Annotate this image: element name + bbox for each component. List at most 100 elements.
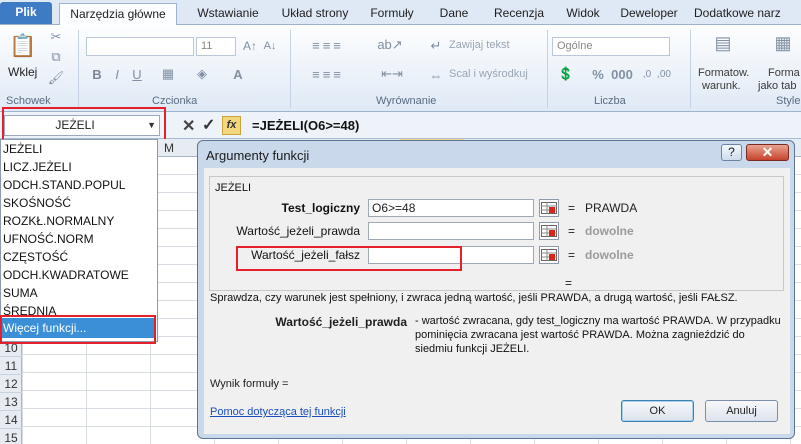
tab-developer[interactable]: Deweloper <box>614 3 684 25</box>
grow-font-icon[interactable]: A↑ <box>242 38 258 54</box>
range-picker-icon[interactable] <box>539 199 559 217</box>
arg-input-true[interactable] <box>368 222 534 240</box>
copy-icon[interactable]: ⧉ <box>48 49 64 65</box>
shrink-font-icon[interactable]: A↓ <box>262 38 278 54</box>
borders-icon[interactable]: ▦ <box>160 66 176 82</box>
insert-function-button[interactable]: fx <box>222 116 241 135</box>
arg-result-false: dowolne <box>585 248 634 262</box>
font-family-select[interactable] <box>86 37 194 56</box>
ribbon-tabs: Plik Narzędzia główne Wstawianie Układ s… <box>0 0 801 26</box>
wrap-text-icon[interactable]: ↵ <box>428 38 444 54</box>
tab-data[interactable]: Dane <box>432 3 476 25</box>
close-icon: ✕ <box>761 144 774 160</box>
format-as-table-icon[interactable]: ▦ <box>772 31 794 55</box>
conditional-format-label-2[interactable]: warunk. <box>702 80 741 92</box>
fill-color-icon[interactable]: ◈ <box>194 66 210 82</box>
bold-icon[interactable]: B <box>90 66 104 82</box>
percent-icon[interactable]: % <box>590 66 606 82</box>
close-button[interactable]: ✕ <box>746 144 789 161</box>
arg-input-test[interactable]: O6>=48 <box>368 199 534 217</box>
check-icon[interactable]: ✓ <box>202 115 215 135</box>
arg-label-true: Wartość_jeżeli_prawda <box>236 224 360 238</box>
help-link[interactable]: Pomoc dotycząca tej funkcji <box>210 406 346 418</box>
format-as-table-label-1[interactable]: Forma <box>768 67 800 79</box>
number-format-select[interactable]: Ogólne <box>552 37 670 56</box>
tab-page-layout[interactable]: Układ strony <box>274 3 356 25</box>
cut-icon[interactable]: ✂ <box>48 29 64 45</box>
conditional-format-icon[interactable]: ▤ <box>712 31 734 55</box>
arg-result-test: PRAWDA <box>585 201 638 215</box>
conditional-format-label-1[interactable]: Formatow. <box>698 67 749 79</box>
formula-input[interactable]: =JEŻELI(O6>=48) <box>252 118 359 133</box>
highlight-box <box>2 107 166 141</box>
ribbon: 📋 Wklej ✂ ⧉ 🖌 Schowek 11 A↑ A↓ B I U ▦ ◈… <box>0 25 801 112</box>
function-list-item[interactable]: UFNOŚĆ.NORM <box>1 230 157 248</box>
orientation-icon[interactable]: ab↗ <box>370 37 410 53</box>
group-styles-label: Style <box>776 95 801 107</box>
help-button[interactable]: ? <box>721 144 742 161</box>
group-divider <box>547 30 548 108</box>
format-painter-icon[interactable]: 🖌 <box>48 70 65 86</box>
currency-icon[interactable]: 💲 <box>556 66 576 82</box>
row-header[interactable]: 13 <box>0 393 22 411</box>
italic-icon[interactable]: I <box>110 66 124 82</box>
group-divider <box>78 30 79 108</box>
function-list-item[interactable]: SUMA <box>1 284 157 302</box>
merge-center-icon[interactable]: ⇔ <box>428 67 444 83</box>
arg-equals: = <box>568 201 576 215</box>
wrap-text-button[interactable]: Zawijaj tekst <box>449 39 510 51</box>
paste-button[interactable]: Wklej <box>8 65 37 79</box>
function-list-item[interactable]: CZĘSTOŚĆ <box>1 248 157 266</box>
current-argument-name: Wartość_jeżeli_prawda <box>275 315 407 329</box>
cancel-icon[interactable]: ✕ <box>182 116 195 136</box>
tab-formulas[interactable]: Formuły <box>362 3 422 25</box>
horizontal-align-icons[interactable]: ≡≡≡ <box>298 66 358 82</box>
merge-center-button[interactable]: Scal i wyśrodkuj <box>449 68 528 80</box>
font-size-select[interactable]: 11 <box>196 37 236 56</box>
current-argument-description: - wartość zwracana, gdy test_logiczny ma… <box>415 315 781 355</box>
format-as-table-label-2[interactable]: jako tab <box>758 80 797 92</box>
arg-label-test: Test_logiczny <box>281 201 360 215</box>
arg-equals: = <box>568 224 576 238</box>
paste-icon[interactable]: 📋 <box>9 31 36 61</box>
group-number-label: Liczba <box>594 95 626 107</box>
function-list-item[interactable]: SKOŚNOŚĆ <box>1 194 157 212</box>
row-header[interactable]: 15 <box>0 429 22 444</box>
highlight-box <box>0 315 156 344</box>
arg-result-true: dowolne <box>585 224 634 238</box>
underline-icon[interactable]: U <box>130 66 144 82</box>
row-header[interactable]: 14 <box>0 411 22 429</box>
range-picker-icon[interactable] <box>539 246 559 264</box>
column-header-m[interactable]: M <box>164 141 174 155</box>
function-list-item[interactable]: ODCH.KWADRATOWE <box>1 266 157 284</box>
function-arguments-dialog: Argumenty funkcji ? ✕ JEŻELI Test_logicz… <box>197 140 795 439</box>
function-list-item[interactable]: ODCH.STAND.POPUL <box>1 176 157 194</box>
group-divider <box>290 30 291 108</box>
cancel-button[interactable]: Anuluj <box>705 400 778 422</box>
ok-button[interactable]: OK <box>621 400 694 422</box>
row-header[interactable]: 12 <box>0 375 22 393</box>
function-dropdown: JEŻELI LICZ.JEŻELI ODCH.STAND.POPUL SKOŚ… <box>0 139 158 342</box>
indent-icon[interactable]: ⇤⇥ <box>372 66 412 82</box>
increase-decimal-icon[interactable]: ,0 <box>640 66 654 82</box>
overall-result-equals: = <box>565 276 573 290</box>
tab-home[interactable]: Narzędzia główne <box>59 3 177 26</box>
row-header[interactable]: 11 <box>0 357 22 375</box>
comma-icon[interactable]: 000 <box>611 66 633 82</box>
function-list-item[interactable]: ROZKŁ.NORMALNY <box>1 212 157 230</box>
font-color-icon[interactable]: A <box>230 66 246 82</box>
dialog-title: Argumenty funkcji <box>206 148 310 163</box>
function-description: Sprawdza, czy warunek jest spełniony, i … <box>210 292 738 304</box>
function-list-item[interactable]: LICZ.JEŻELI <box>1 158 157 176</box>
vertical-align-icons[interactable]: ≡≡≡ <box>298 37 358 53</box>
tab-review[interactable]: Recenzja <box>486 3 552 25</box>
decrease-decimal-icon[interactable]: ,00 <box>657 66 671 82</box>
range-picker-icon[interactable] <box>539 222 559 240</box>
tab-view[interactable]: Widok <box>561 3 605 25</box>
tab-file[interactable]: Plik <box>0 2 52 24</box>
group-clipboard-label: Schowek <box>6 95 51 107</box>
tab-insert[interactable]: Wstawianie <box>188 3 268 25</box>
function-list-item[interactable]: JEŻELI <box>1 140 157 158</box>
function-name: JEŻELI <box>215 182 255 194</box>
tab-addins[interactable]: Dodatkowe narz <box>694 3 801 25</box>
